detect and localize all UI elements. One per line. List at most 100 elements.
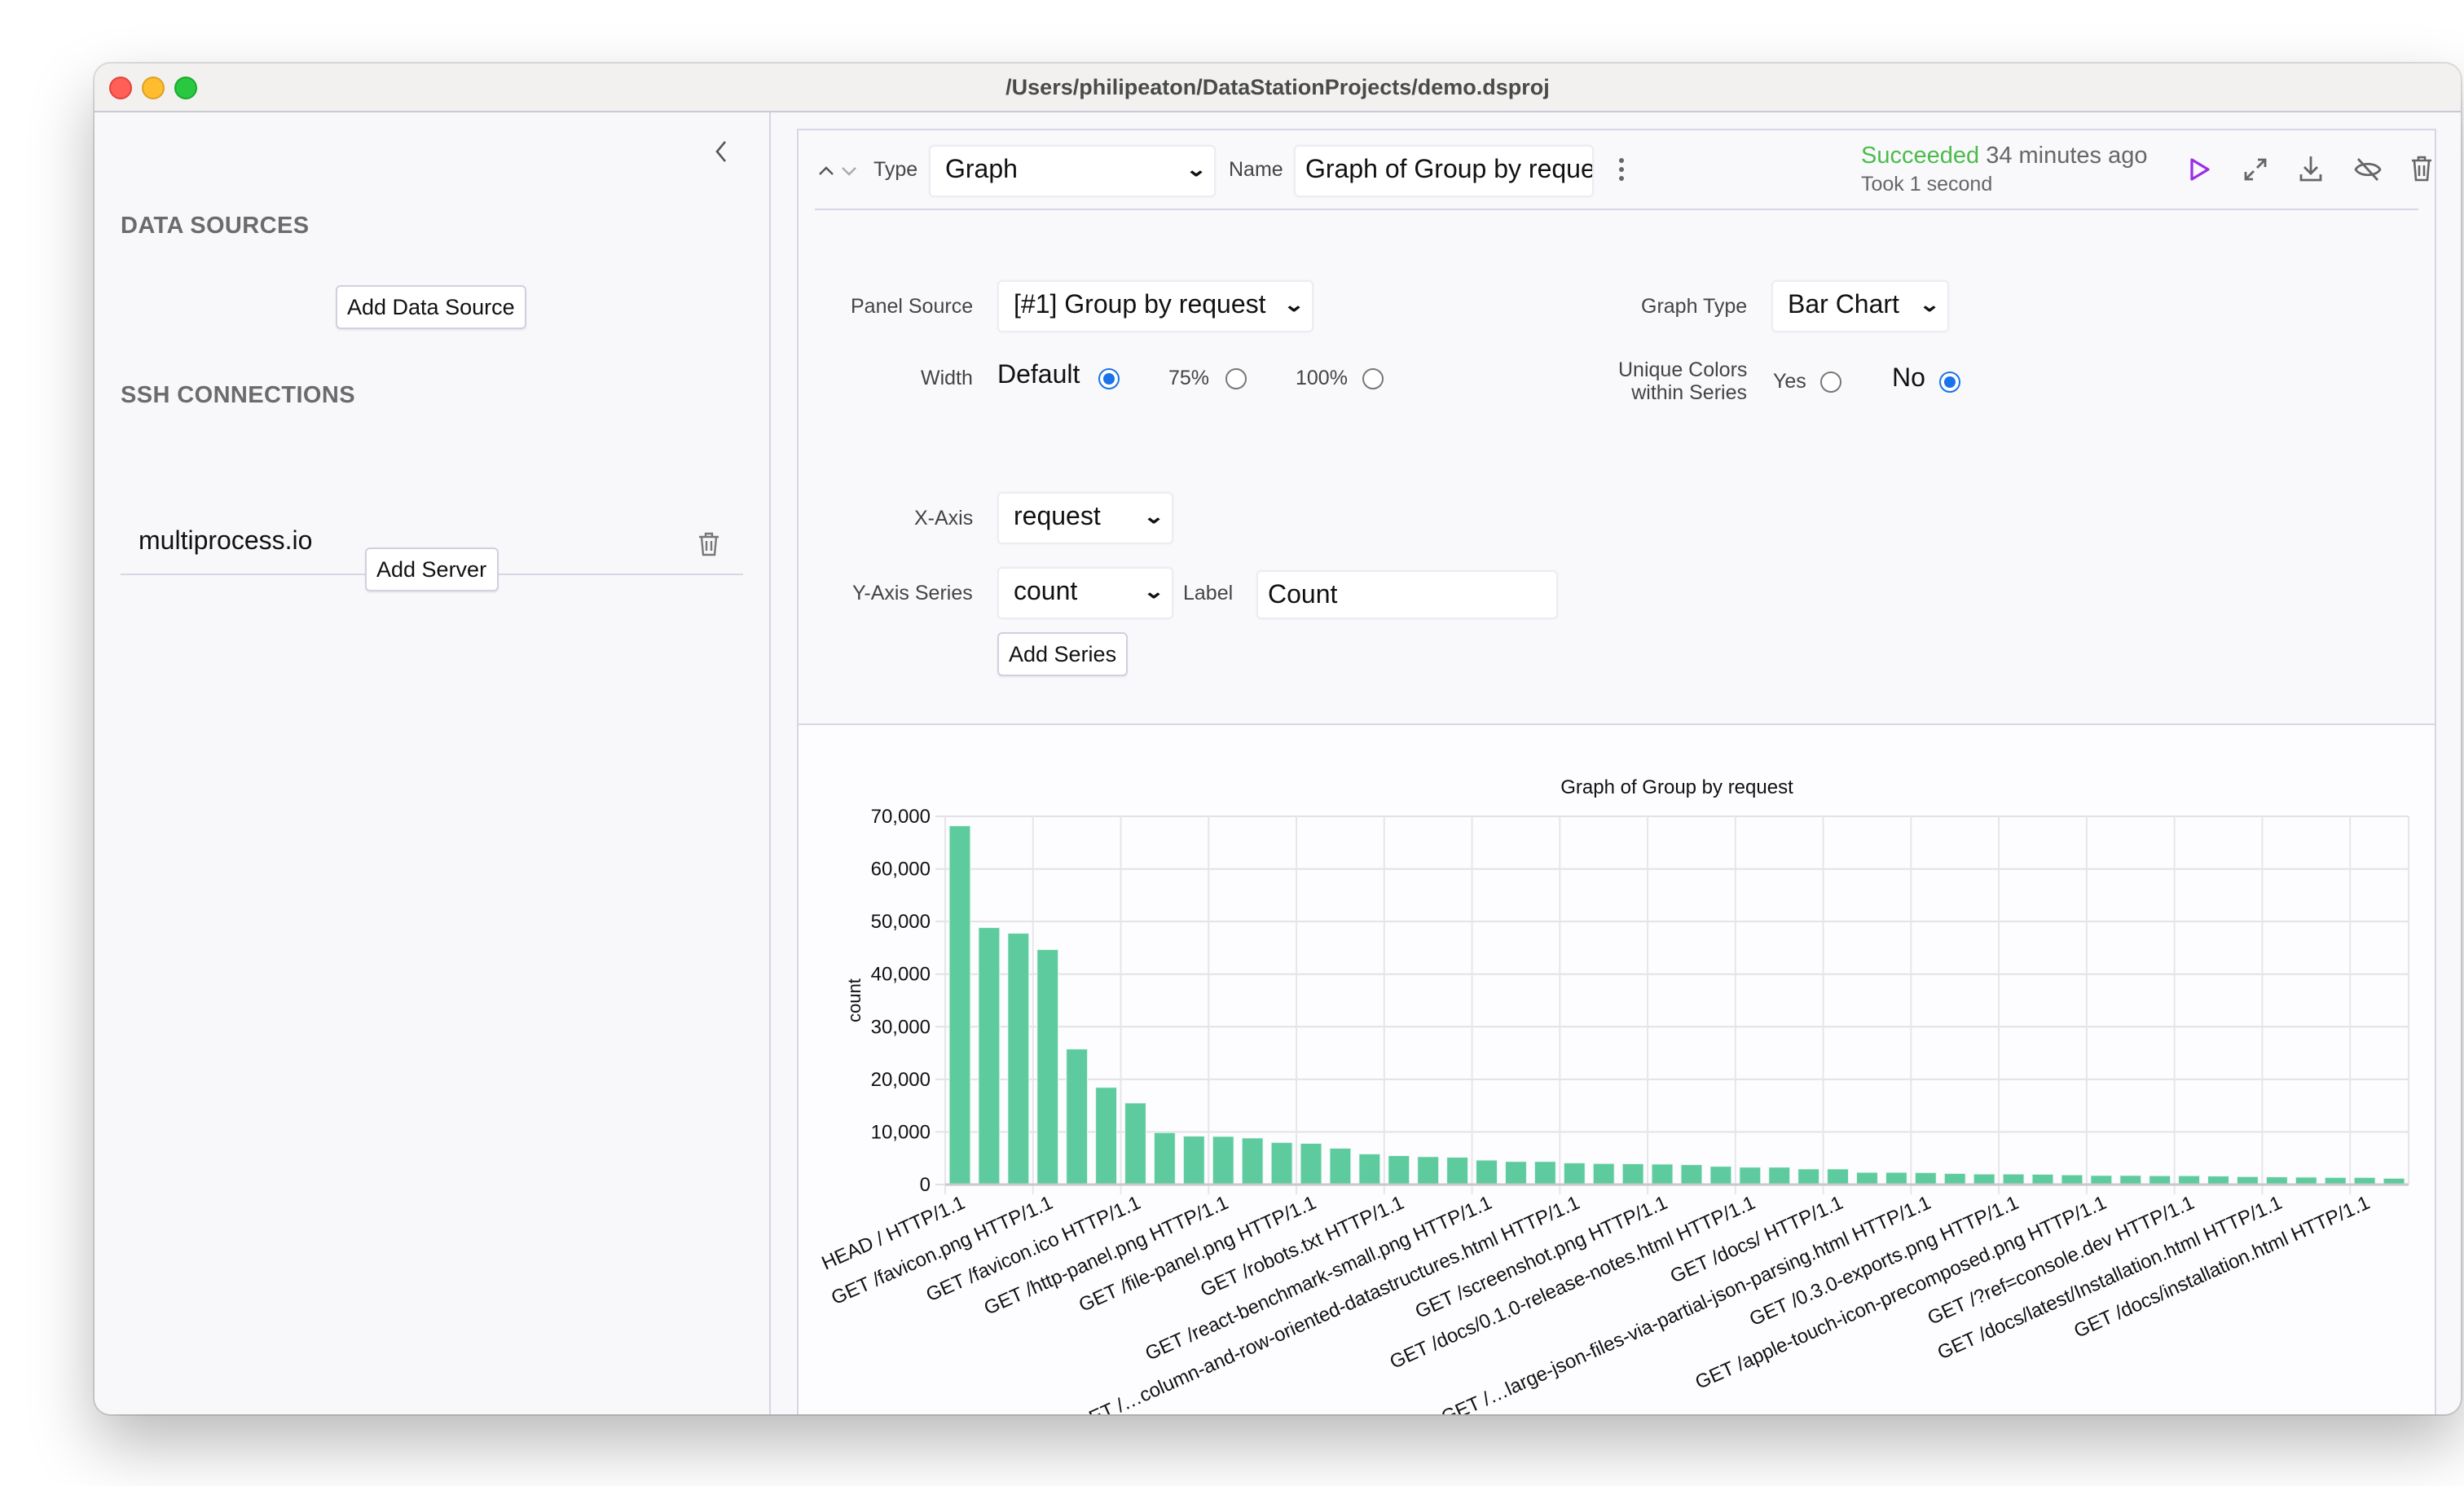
unique-colors-no-label: No [1892,365,1925,393]
bar [1270,1141,1293,1185]
bar [1680,1164,1703,1185]
server-name: multiprocess.io [139,528,313,556]
name-label: Name [1229,158,1283,181]
download-icon [2299,156,2322,182]
chevron-left-icon [715,141,726,162]
bar [1797,1168,1820,1185]
bar [1856,1172,1878,1185]
panel-name-input[interactable]: Graph of Group by request [1294,145,1594,197]
bar [2119,1175,2142,1185]
panel-header: Type Graph ⌄ Name Graph of Group by requ… [815,130,2431,210]
run-panel-button[interactable] [2189,156,2211,191]
bar [1592,1163,1615,1185]
bar [1973,1173,1995,1185]
bar [2002,1173,2025,1185]
panel-source-label: Panel Source [851,295,974,318]
app-window: /Users/philipeaton/DataStationProjects/d… [95,64,2461,1414]
bar [1417,1156,1440,1185]
width-option-75-radio[interactable] [1225,368,1247,389]
bar [1388,1154,1410,1185]
delete-server-button[interactable] [697,531,720,565]
panel-type-select[interactable]: Graph ⌄ [929,145,1216,197]
bar [1241,1137,1264,1185]
width-option-75-label: 75% [1168,367,1210,389]
bar [1007,933,1030,1185]
fullscreen-button[interactable] [2242,156,2268,191]
add-series-button[interactable]: Add Series [997,632,1129,676]
hide-panel-button[interactable] [2353,156,2383,191]
chart-title: Graph of Group by request [1560,776,1793,798]
bar [2178,1175,2201,1185]
move-up-button[interactable] [818,156,834,186]
data-sources-heading: DATA SOURCES [121,213,310,240]
bar [1124,1102,1146,1185]
bar [1095,1087,1117,1185]
ssh-connections-heading: SSH CONNECTIONS [121,383,355,409]
chevron-down-icon: ⌄ [1185,158,1208,181]
bar [2061,1174,2083,1185]
status-duration: Took 1 second [1861,173,1993,196]
width-option-default-radio[interactable] [1098,368,1120,389]
run-status: Succeeded 34 minutes ago Took 1 second [1861,143,2148,196]
chevron-down-icon: ⌄ [1918,293,1941,316]
y-tick-label: 10,000 [871,1121,931,1143]
y-axis-label: count [844,978,865,1022]
bar [1739,1167,1762,1185]
graph-type-label: Graph Type [1641,295,1748,318]
bar [2031,1173,2054,1185]
unique-colors-yes-label: Yes [1773,370,1806,393]
y-tick-label: 20,000 [871,1069,931,1091]
panel-source-select[interactable]: [#1] Group by request ⌄ [997,280,1313,332]
bar [1446,1156,1469,1185]
width-label: Width [921,367,973,389]
width-option-100-label: 100% [1296,367,1348,389]
bar [1066,1049,1089,1185]
add-data-source-button[interactable]: Add Data Source [336,285,526,329]
bar [1153,1132,1176,1185]
x-axis-select[interactable]: request ⌄ [997,492,1173,544]
bar [1329,1147,1352,1185]
bar [1651,1163,1674,1185]
y-axis-series-value: count [1014,578,1078,606]
series-label-input[interactable]: Count [1256,570,1558,619]
bar-chart: Graph of Group by request 0 10,000 20,000 30… [818,776,2409,1414]
panel-source-value: [#1] Group by request [1014,292,1266,319]
download-button[interactable] [2298,155,2324,191]
move-down-button[interactable] [841,156,857,186]
bar [1182,1136,1205,1185]
y-axis-series-select[interactable]: count ⌄ [997,567,1173,619]
unique-colors-label-line1: Unique Colors [1618,358,1748,381]
chevron-down-icon: ⌄ [1283,293,1305,316]
width-option-100-radio[interactable] [1362,368,1384,389]
chart-area: Graph of Group by request 0 10,000 20,000 30… [799,725,2435,1414]
y-tick-label: 30,000 [871,1016,931,1038]
x-axis-label: X-Axis [914,507,974,530]
bar [1300,1142,1322,1185]
unique-colors-label-line2: within Series [1631,381,1747,404]
chevron-down-icon: ⌄ [1142,505,1165,528]
graph-type-select[interactable]: Bar Chart ⌄ [1771,280,1949,332]
bar [2149,1175,2171,1185]
bar [978,927,1001,1185]
unique-colors-yes-radio[interactable] [1820,372,1841,393]
bar [1563,1162,1586,1185]
main-area: Type Graph ⌄ Name Graph of Group by requ… [771,112,2461,1414]
panel-menu-button[interactable] [1617,156,1626,191]
bar [1709,1166,1732,1185]
chevron-down-icon: ⌄ [1142,580,1165,603]
trash-icon [2412,156,2431,182]
chevron-up-icon [819,166,834,175]
bar [1943,1172,1966,1185]
expand-icon [2244,158,2267,181]
panel-type-value: Graph [945,156,1018,184]
unique-colors-no-radio[interactable] [1939,372,1960,393]
bar [2090,1175,2113,1185]
type-label: Type [873,158,918,181]
title-bar: /Users/philipeaton/DataStationProjects/d… [95,64,2461,112]
x-axis-value: request [1014,503,1101,531]
bar [1827,1168,1849,1185]
delete-panel-button[interactable] [2410,155,2433,191]
collapse-sidebar-button[interactable] [714,140,730,171]
add-server-button[interactable]: Add Server [365,547,499,591]
window-title: /Users/philipeaton/DataStationProjects/d… [1005,75,1550,99]
